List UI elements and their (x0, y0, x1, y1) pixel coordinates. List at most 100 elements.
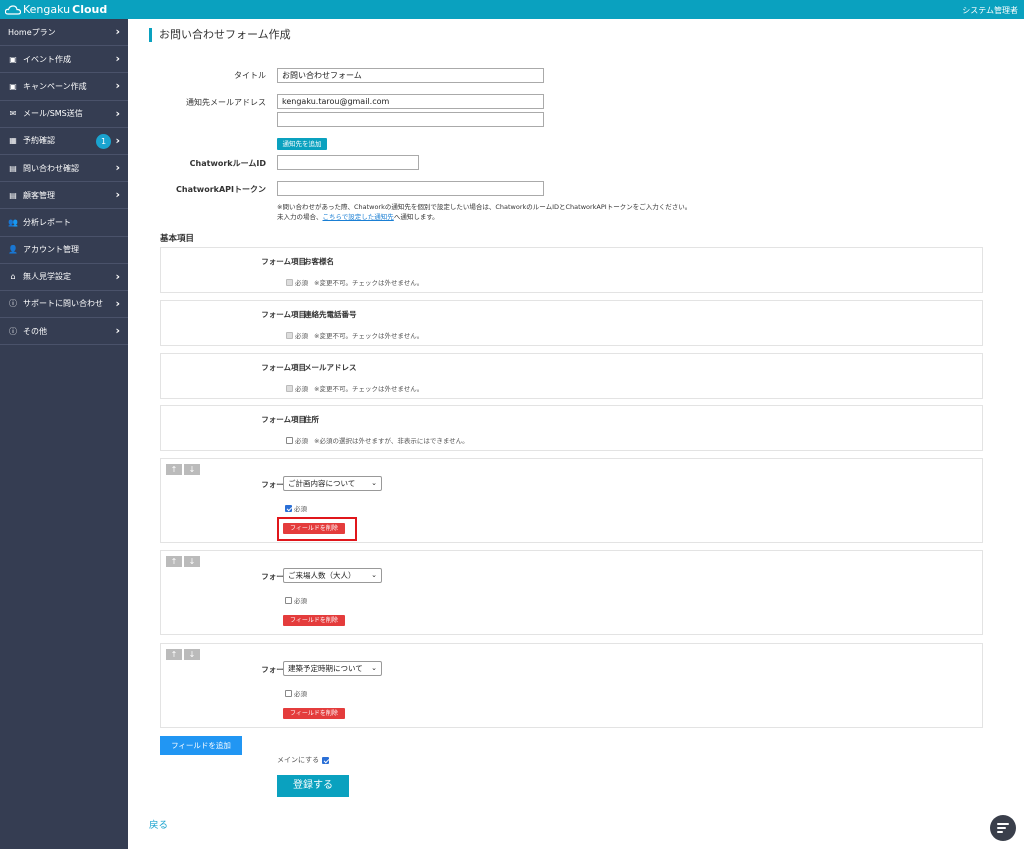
field-key-label: フォーム項目 (261, 363, 306, 372)
back-link[interactable]: 戻る (149, 817, 168, 831)
field-type-select[interactable]: ご来場人数（大人） ⌄ (283, 568, 382, 583)
required-label: 必須 (295, 332, 308, 340)
chatwork-token-input[interactable] (277, 181, 544, 196)
notification-settings-link[interactable]: こちらで設定した通知先 (323, 213, 394, 221)
main-checkbox[interactable] (322, 756, 330, 764)
move-up-button[interactable]: ↑ (166, 649, 182, 660)
submit-button[interactable]: 登録する (277, 775, 349, 797)
sidebar-item-label: 予約確認 (23, 136, 55, 146)
required-checkbox (286, 384, 293, 392)
reorder-controls: ↑ ↓ (166, 649, 200, 660)
chevron-right-icon: › (115, 133, 120, 147)
chevron-down-icon: ⌄ (371, 664, 377, 672)
sidebar-item-label: メール/SMS送信 (23, 109, 83, 119)
info-icon: ⓘ (9, 326, 17, 336)
move-down-button[interactable]: ↓ (184, 649, 200, 660)
field-name: 連絡先電話番号 (304, 310, 357, 319)
chevron-right-icon: › (115, 79, 120, 93)
move-down-button[interactable]: ↓ (184, 464, 200, 475)
sidebar-item[interactable]: 👥 分析レポート (0, 209, 128, 237)
chevron-right-icon: › (115, 188, 120, 202)
delete-field-button[interactable]: フィールドを削除 (283, 615, 345, 626)
note-line-2-pre: 未入力の場合、 (277, 213, 323, 221)
title-input[interactable]: お問い合わせフォーム (277, 68, 544, 83)
sidebar-item[interactable]: ✉ メール/SMS送信 › (0, 101, 128, 128)
users-icon: 👥 (8, 217, 18, 227)
field-name: メールアドレス (304, 363, 357, 372)
sidebar-item[interactable]: ⓘ その他 › (0, 318, 128, 346)
id-card-icon: ▤ (9, 163, 17, 173)
required-row: 必須 (285, 688, 313, 698)
move-up-button[interactable]: ↑ (166, 556, 182, 567)
required-label: 必須 (294, 690, 307, 698)
sidebar-item-label: サポートに問い合わせ (23, 299, 103, 309)
chatwork-token-label: ChatworkAPIトークン (176, 185, 266, 194)
move-down-button[interactable]: ↓ (184, 556, 200, 567)
sidebar-item[interactable]: 👤 アカウント管理 (0, 237, 128, 264)
info-icon: ⓘ (9, 299, 17, 309)
required-checkbox[interactable] (286, 436, 293, 444)
custom-field-card: ↑↓フォーム項目ご来場人数（大人）⌄必須フィールドを削除 (160, 550, 983, 635)
title-label: タイトル (234, 71, 266, 80)
move-up-button[interactable]: ↑ (166, 464, 182, 475)
required-row: 必須 ※必須の選択は外せますが、非表示にはできません。 (286, 435, 469, 445)
sidebar: Homeプラン › ▣ イベント作成 › ▣ キャンペーン作成 › ✉ メール/SMS送信 › ▦ 予約… (0, 19, 128, 849)
logo-prefix: Kengaku (23, 3, 71, 16)
sidebar-item-label: Homeプラン (8, 27, 56, 37)
sidebar-item[interactable]: ▣ キャンペーン作成 › (0, 73, 128, 101)
required-label: 必須 (294, 505, 307, 513)
field-name: 住所 (304, 415, 319, 424)
sidebar-item-label: アカウント管理 (23, 245, 79, 255)
cloud-logo-icon (5, 4, 21, 15)
main-checkbox-label: メインにする (277, 756, 320, 764)
sidebar-item-label: イベント作成 (23, 54, 71, 64)
sidebar-item-label: 問い合わせ確認 (23, 163, 79, 173)
reorder-controls: ↑ ↓ (166, 464, 200, 475)
sidebar-item[interactable]: Homeプラン › (0, 19, 128, 47)
filter-icon (997, 823, 1009, 825)
required-label: 必須 (294, 597, 307, 605)
required-label: 必須 (295, 385, 308, 393)
sidebar-item[interactable]: ⌂ 無人見学設定 › (0, 264, 128, 291)
sidebar-item[interactable]: ▤ 問い合わせ確認 › (0, 155, 128, 183)
field-type-value: ご計画内容について (288, 479, 356, 488)
required-row: 必須 ※変更不可。チェックは外せません。 (286, 277, 423, 287)
field-type-select[interactable]: ご計画内容について ⌄ (283, 476, 382, 491)
field-type-select[interactable]: 建築予定時期について ⌄ (283, 661, 382, 676)
app-logo[interactable]: Kengaku Cloud (5, 3, 107, 16)
envelope-icon: ✉ (9, 109, 17, 119)
field-note: ※変更不可。チェックは外せません。 (314, 332, 424, 340)
add-field-button[interactable]: フィールドを追加 (160, 736, 242, 755)
required-row: 必須 ※変更不可。チェックは外せません。 (286, 383, 423, 393)
email-input-1[interactable]: kengaku.tarou@gmail.com (277, 94, 544, 109)
user-menu[interactable]: システム管理者 (962, 5, 1018, 16)
email-input-2[interactable] (277, 112, 544, 127)
required-checkbox[interactable] (285, 689, 292, 697)
field-name: お客様名 (304, 257, 334, 266)
add-email-button[interactable]: 通知先を追加 (277, 138, 327, 150)
chevron-right-icon: › (115, 106, 120, 120)
chatwork-room-input[interactable] (277, 155, 419, 170)
fixed-field-card: フォーム項目 住所 必須 ※必須の選択は外せますが、非表示にはできません。 (160, 405, 983, 451)
chatwork-note: ※問い合わせがあった際、Chatworkの通知先を個別で設定したい場合は、Cha… (277, 202, 1017, 222)
chevron-down-icon: ⌄ (371, 571, 377, 579)
chevron-right-icon: › (115, 25, 120, 38)
basic-section-title: 基本項目 (160, 234, 195, 244)
filter-menu-button[interactable] (990, 815, 1016, 841)
field-key-label: フォーム項目 (261, 257, 306, 266)
main-content: お問い合わせフォーム作成 タイトル お問い合わせフォーム 通知先メールアドレス … (128, 19, 1024, 849)
sidebar-item[interactable]: ▤ 顧客管理 › (0, 182, 128, 210)
required-checkbox[interactable] (285, 504, 292, 512)
chevron-right-icon: › (115, 324, 120, 338)
email-label: 通知先メールアドレス (186, 98, 266, 107)
delete-field-button[interactable]: フィールドを削除 (283, 708, 345, 719)
delete-button-highlight (277, 517, 357, 541)
required-checkbox (286, 331, 293, 339)
sidebar-item[interactable]: ▦ 予約確認 1 › (0, 128, 128, 155)
sidebar-item[interactable]: ⓘ サポートに問い合わせ › (0, 291, 128, 319)
custom-field-card: ↑↓フォーム項目建築予定時期について⌄必須フィールドを削除 (160, 643, 983, 728)
logo-suffix: Cloud (72, 3, 108, 16)
filter-icon-line (997, 831, 1003, 833)
sidebar-item[interactable]: ▣ イベント作成 › (0, 46, 128, 74)
required-checkbox[interactable] (285, 596, 292, 604)
